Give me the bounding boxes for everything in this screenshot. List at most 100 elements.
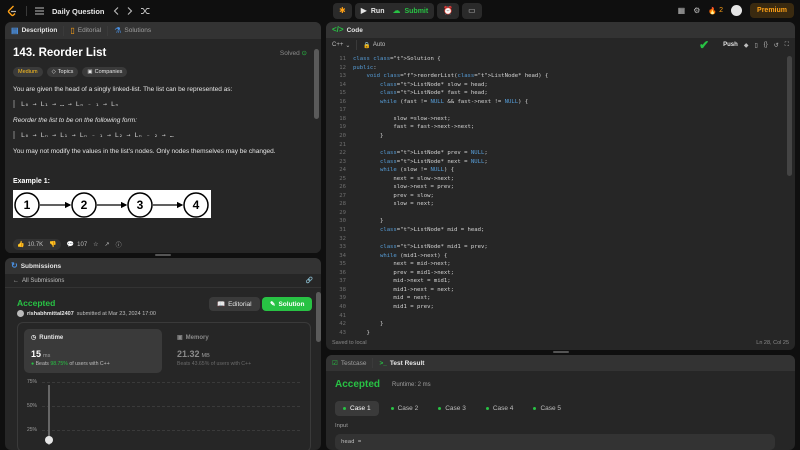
code-line[interactable]: class="t">ListNode* fast = head; xyxy=(353,90,488,96)
notes-button[interactable]: ▭ xyxy=(462,3,482,19)
tab-testcase[interactable]: ☑ Testcase xyxy=(332,359,367,368)
code-title[interactable]: Code xyxy=(347,27,363,34)
daily-question-title[interactable]: Daily Question xyxy=(52,7,105,16)
tab-description[interactable]: ▤ Description xyxy=(11,26,58,35)
chevron-right-icon[interactable] xyxy=(127,7,133,15)
code-line[interactable]: class="t">ListNode* prev = NULL; xyxy=(353,150,488,156)
code-line[interactable]: while (fast != NULL && fast->next != NUL… xyxy=(353,99,528,105)
language-select[interactable]: C++ ⌄ xyxy=(332,42,350,49)
code-line[interactable]: class="t">ListNode* slow = head; xyxy=(353,82,488,88)
code-line[interactable]: slow =slow->next; xyxy=(353,116,450,122)
code-line[interactable]: public: xyxy=(353,65,377,71)
memory-card[interactable]: ▣ Memory 21.32 MB Beats 43.65% of users w… xyxy=(170,329,308,373)
streak-counter[interactable]: 🔥 2 xyxy=(708,7,723,15)
list-node-value: 2 xyxy=(81,198,88,212)
help-icon[interactable]: ⓘ xyxy=(116,240,122,249)
code-line[interactable]: while (mid1->next) { xyxy=(353,253,447,259)
case-tab-1[interactable]: Case 1 xyxy=(335,401,379,416)
code-line[interactable]: mid = next; xyxy=(353,295,430,301)
star-icon[interactable]: ☆ xyxy=(93,241,98,248)
code-scrollbar[interactable] xyxy=(787,56,792,176)
run-button[interactable]: ▶ Run xyxy=(361,7,385,15)
solution-button[interactable]: ✎ Solution xyxy=(262,297,313,311)
code-line[interactable]: fast = fast->next->next; xyxy=(353,124,474,130)
submissions-scrollbar[interactable] xyxy=(316,292,321,342)
share-icon[interactable]: ↗ xyxy=(105,241,110,248)
problem-list-icon[interactable] xyxy=(35,7,44,15)
code-line[interactable]: prev = slow; xyxy=(353,193,433,199)
resize-handle[interactable] xyxy=(553,351,569,353)
resize-handle[interactable] xyxy=(155,254,171,256)
code-line[interactable]: class="t">ListNode* mid = head; xyxy=(353,227,484,233)
code-editor[interactable]: 11 class class="t">Solution {12 public: 13 … xyxy=(326,54,795,336)
all-submissions-label: All Submissions xyxy=(22,277,65,284)
code-line[interactable]: prev = mid1->next; xyxy=(353,270,454,276)
link-icon[interactable]: 🔗 xyxy=(306,277,313,284)
leetcode-logo-icon[interactable] xyxy=(6,5,18,17)
code-line[interactable]: } xyxy=(353,321,383,327)
book-icon: 📖 xyxy=(217,301,226,308)
shuffle-icon[interactable] xyxy=(140,7,150,15)
code-line[interactable]: } xyxy=(353,330,369,336)
timer-button[interactable]: ⏰ xyxy=(437,3,460,19)
braces-icon[interactable]: {} xyxy=(764,42,768,48)
code-line[interactable]: mid1->next = next; xyxy=(353,287,454,293)
code-line[interactable]: } xyxy=(353,218,383,224)
case-label: Case 1 xyxy=(350,405,371,412)
code-line[interactable]: next = mid->next; xyxy=(353,261,450,267)
diamond-icon[interactable]: ◆ xyxy=(744,42,749,49)
code-line[interactable]: slow->next = prev; xyxy=(353,184,454,190)
submissions-title[interactable]: Submissions xyxy=(21,263,61,270)
code-line[interactable]: class class="t">Solution { xyxy=(353,56,441,62)
debug-button[interactable]: ✱ xyxy=(333,3,352,19)
code-line[interactable]: slow = next; xyxy=(353,201,433,207)
reset-icon[interactable]: ↺ xyxy=(774,42,779,49)
tab-test-result[interactable]: >_ Test Result xyxy=(379,360,424,367)
tab-testcase-label: Testcase xyxy=(340,359,367,367)
auto-format-toggle[interactable]: 🔒 Auto xyxy=(363,42,385,49)
code-line[interactable]: class="t">ListNode* mid1 = prev; xyxy=(353,244,488,250)
line-number: 17 xyxy=(339,107,346,114)
code-line[interactable]: } xyxy=(353,133,383,139)
description-scrollbar[interactable] xyxy=(314,49,319,119)
topics-label: Topics xyxy=(57,69,74,75)
user-avatar[interactable] xyxy=(731,5,743,16)
example-title: Example 1: xyxy=(13,178,50,185)
editorial-button[interactable]: 📖 Editorial xyxy=(209,297,260,311)
fullscreen-icon[interactable]: ⛶ xyxy=(785,42,789,49)
code-line[interactable]: mid1 = prev; xyxy=(353,304,433,310)
tab-description-label: Description xyxy=(21,27,58,34)
problem-title[interactable]: 143. Reorder List xyxy=(13,47,313,59)
case-tab-3[interactable]: Case 3 xyxy=(430,401,474,416)
companies-tag[interactable]: ▣ Companies xyxy=(82,67,128,77)
case-tab-4[interactable]: Case 4 xyxy=(478,401,522,416)
submitter-name[interactable]: rishabhmittal2407 xyxy=(27,311,74,317)
input-value-box[interactable]: head = xyxy=(335,434,775,450)
your-runtime-marker[interactable] xyxy=(45,436,53,444)
tab-editorial[interactable]: ▯ Editorial xyxy=(70,26,101,35)
chevron-left-icon[interactable] xyxy=(113,7,119,15)
line-number: 26 xyxy=(339,184,346,191)
like-button[interactable]: 👍 10.7K 👎 xyxy=(13,239,61,250)
bookmark-icon[interactable]: ▯ xyxy=(754,42,757,49)
runtime-card[interactable]: ◷ Runtime 15 ms ● Beats 98.75% of users w… xyxy=(24,329,162,373)
code-line[interactable]: mid->next = mid1; xyxy=(353,278,450,284)
tab-solutions[interactable]: ⚗ Solutions xyxy=(114,26,151,35)
code-line[interactable]: next = slow->next; xyxy=(353,176,454,182)
layout-grid-icon[interactable]: ▦ xyxy=(678,6,686,15)
thumbs-down-icon[interactable]: 👎 xyxy=(49,241,56,248)
case-tab-2[interactable]: Case 2 xyxy=(383,401,427,416)
code-line[interactable]: void class="f">reorderList(class="t">Lis… xyxy=(353,73,548,79)
code-line[interactable]: class="t">ListNode* next = NULL; xyxy=(353,159,488,165)
comments-button[interactable]: 💬 107 xyxy=(67,241,88,249)
push-button[interactable]: Push xyxy=(723,42,738,48)
solved-label: Solved xyxy=(279,50,300,57)
submit-button[interactable]: ☁ Submit xyxy=(392,7,428,15)
all-submissions-link[interactable]: ← All Submissions 🔗 xyxy=(5,274,321,288)
pass-dot xyxy=(343,407,346,410)
topics-tag[interactable]: ◇ Topics xyxy=(46,67,79,77)
premium-button[interactable]: Premium xyxy=(750,3,794,18)
gear-icon[interactable]: ⚙ xyxy=(693,6,700,15)
code-line[interactable]: while (slow != NULL) { xyxy=(353,167,454,173)
case-tab-5[interactable]: Case 5 xyxy=(525,401,569,416)
